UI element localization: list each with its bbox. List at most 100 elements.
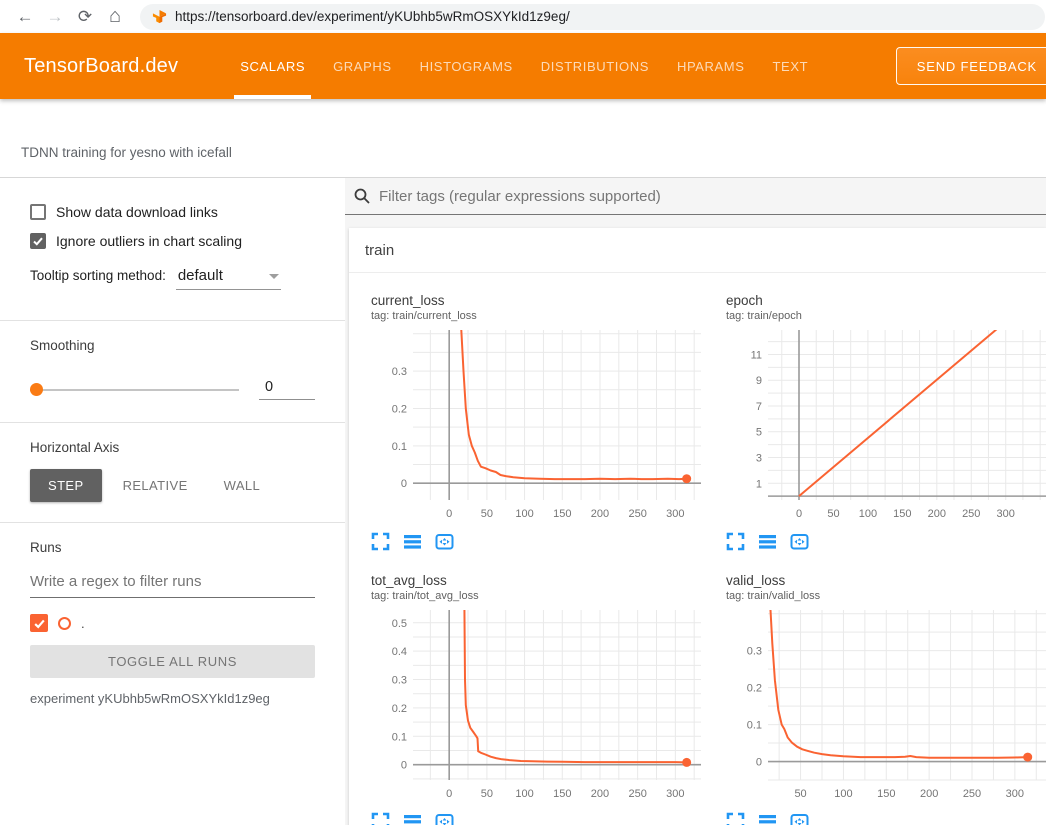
y-axis-scale-icon[interactable] [403, 812, 422, 825]
run-checkbox-checked-icon[interactable] [30, 614, 48, 632]
svg-text:0: 0 [401, 760, 407, 772]
filter-tags-input[interactable] [379, 188, 1036, 205]
chart-tag: tag: train/tot_avg_loss [371, 590, 704, 602]
train-section-card: train current_loss tag: train/current_lo… [349, 228, 1046, 825]
svg-text:300: 300 [666, 508, 684, 520]
forward-arrow-icon[interactable]: → [40, 7, 70, 27]
axis-relative-button[interactable]: RELATIVE [108, 469, 203, 502]
svg-text:11: 11 [751, 349, 762, 361]
svg-text:0: 0 [401, 478, 407, 490]
svg-text:7: 7 [756, 401, 762, 413]
line-chart[interactable]: 00.10.20.3050100150200250300 [371, 328, 707, 524]
toggle-all-runs-button[interactable]: TOGGLE ALL RUNS [30, 645, 315, 678]
expand-chart-icon[interactable] [371, 532, 390, 551]
brand-title: TensorBoard.dev [0, 55, 202, 78]
smoothing-slider[interactable] [30, 389, 239, 391]
fit-domain-icon[interactable] [435, 532, 454, 551]
svg-text:0.2: 0.2 [392, 403, 407, 415]
filter-tags-bar [345, 178, 1046, 215]
fit-domain-icon[interactable] [435, 812, 454, 825]
y-axis-scale-icon[interactable] [758, 532, 777, 551]
chevron-down-icon [269, 274, 279, 279]
svg-text:9: 9 [756, 375, 762, 387]
svg-text:150: 150 [553, 788, 571, 800]
chart-card-valid-loss: valid_loss tag: train/valid_loss 00.10.2… [704, 573, 1046, 825]
svg-text:300: 300 [1006, 788, 1024, 800]
runs-label: Runs [30, 540, 315, 555]
back-arrow-icon[interactable]: ← [10, 7, 40, 27]
svg-text:0: 0 [446, 508, 452, 520]
slider-thumb[interactable] [30, 383, 43, 396]
chart-title: tot_avg_loss [371, 573, 704, 588]
svg-text:100: 100 [515, 508, 533, 520]
svg-text:200: 200 [920, 788, 938, 800]
expand-chart-icon[interactable] [726, 812, 745, 825]
svg-text:250: 250 [628, 788, 646, 800]
fit-domain-icon[interactable] [790, 532, 809, 551]
svg-text:100: 100 [834, 788, 852, 800]
smoothing-value-input[interactable]: 0 [259, 379, 315, 400]
browser-toolbar: ← → ⟳ ⌂ https://tensorboard.dev/experime… [0, 0, 1046, 33]
chart-card-current-loss: current_loss tag: train/current_loss 00.… [349, 293, 704, 551]
runs-filter-input[interactable] [30, 569, 315, 598]
reload-icon[interactable]: ⟳ [70, 7, 100, 27]
chart-tag: tag: train/valid_loss [726, 590, 1046, 602]
tooltip-sorting-dropdown[interactable]: default [176, 267, 281, 290]
svg-text:50: 50 [481, 788, 493, 800]
svg-text:50: 50 [481, 508, 493, 520]
train-section-header[interactable]: train [349, 228, 1046, 273]
chart-title: valid_loss [726, 573, 1046, 588]
charts-grid: current_loss tag: train/current_loss 00.… [349, 273, 1046, 825]
tab-histograms[interactable]: HISTOGRAMS [406, 33, 527, 99]
svg-text:300: 300 [666, 788, 684, 800]
svg-text:150: 150 [553, 508, 571, 520]
tab-graphs[interactable]: GRAPHS [319, 33, 406, 99]
y-axis-scale-icon[interactable] [758, 812, 777, 825]
chart-tag: tag: train/current_loss [371, 310, 704, 322]
line-chart[interactable]: 1357911050100150200250300 [726, 328, 1046, 524]
main-content: train current_loss tag: train/current_lo… [345, 178, 1046, 825]
tab-hparams[interactable]: HPARAMS [663, 33, 759, 99]
svg-text:5: 5 [756, 427, 762, 439]
chart-tag: tag: train/epoch [726, 310, 1046, 322]
svg-text:0.3: 0.3 [392, 675, 407, 687]
checkbox-checked-icon[interactable] [30, 233, 46, 249]
fit-domain-icon[interactable] [790, 812, 809, 825]
send-feedback-button[interactable]: SEND FEEDBACK [896, 47, 1046, 85]
ignore-outliers-checkbox-row[interactable]: Ignore outliers in chart scaling [30, 233, 315, 249]
svg-text:0: 0 [756, 757, 762, 769]
search-icon [353, 187, 371, 205]
tab-scalars[interactable]: SCALARS [226, 33, 319, 99]
show-download-links-checkbox-row[interactable]: Show data download links [30, 204, 315, 220]
subheader: TDNN training for yesno with icefall [0, 99, 1046, 178]
line-chart[interactable]: 00.10.20.350100150200250300 [726, 608, 1046, 804]
svg-text:0.4: 0.4 [392, 646, 407, 658]
expand-chart-icon[interactable] [726, 532, 745, 551]
home-icon[interactable]: ⌂ [100, 5, 130, 28]
svg-text:0.3: 0.3 [747, 646, 762, 658]
url-bar[interactable]: https://tensorboard.dev/experiment/yKUbh… [140, 4, 1045, 30]
svg-text:200: 200 [591, 788, 609, 800]
experiment-id-text: experiment yKUbhb5wRmOSXYkId1z9eg [30, 691, 315, 706]
run-name: . [81, 616, 85, 631]
tab-text[interactable]: TEXT [759, 33, 823, 99]
svg-text:150: 150 [877, 788, 895, 800]
experiment-title: TDNN training for yesno with icefall [21, 145, 232, 160]
svg-text:0.2: 0.2 [392, 703, 407, 715]
line-chart[interactable]: 00.10.20.30.40.5050100150200250300 [371, 608, 707, 804]
expand-chart-icon[interactable] [371, 812, 390, 825]
svg-text:0.5: 0.5 [392, 618, 407, 630]
smoothing-label: Smoothing [30, 338, 315, 353]
chart-card-tot-avg-loss: tot_avg_loss tag: train/tot_avg_loss 0 0.… [349, 573, 704, 825]
run-list-item[interactable]: . [30, 614, 315, 632]
svg-text:100: 100 [515, 788, 533, 800]
run-color-swatch-icon [58, 617, 71, 630]
svg-text:150: 150 [893, 508, 911, 520]
svg-text:50: 50 [794, 788, 806, 800]
tab-distributions[interactable]: DISTRIBUTIONS [527, 33, 663, 99]
axis-step-button[interactable]: STEP [30, 469, 102, 502]
checkbox-unchecked-icon[interactable] [30, 204, 46, 220]
tensorboard-logo-icon [152, 9, 167, 24]
y-axis-scale-icon[interactable] [403, 532, 422, 551]
axis-wall-button[interactable]: WALL [209, 469, 276, 502]
